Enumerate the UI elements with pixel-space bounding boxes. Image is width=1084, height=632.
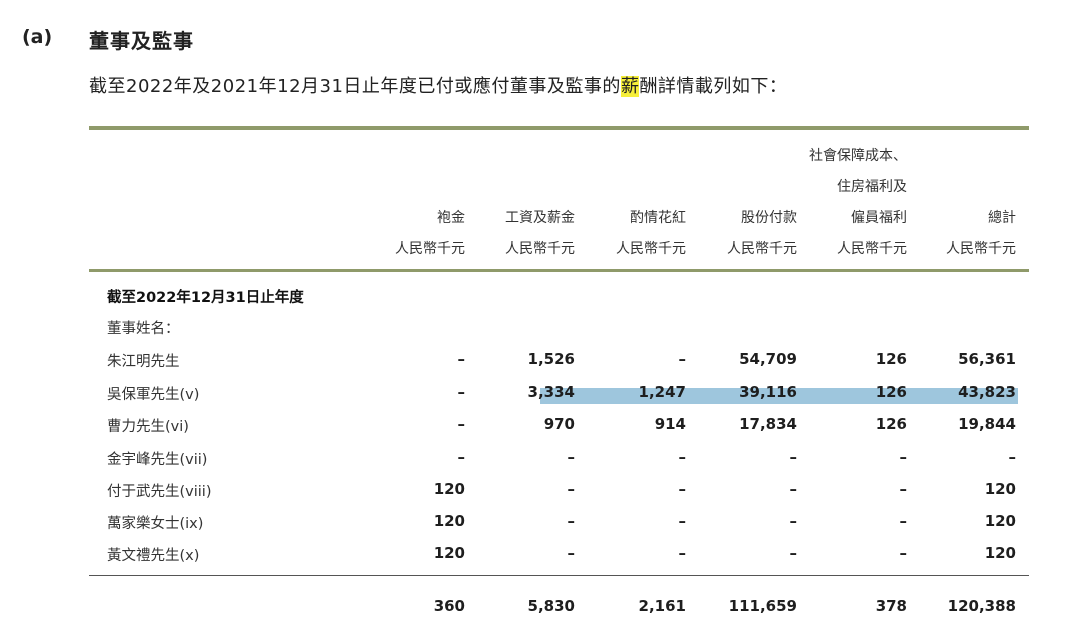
table-cell: 126 [875,415,907,433]
table-cell: – [567,512,576,530]
table-cell: 56,361 [958,350,1016,368]
table-cell: 43,823 [958,383,1016,401]
intro-text-highlight: 薪 [620,76,640,97]
table-cell: 1,247 [638,383,686,401]
table-cell: 1,526 [527,350,575,368]
table-cell: 914 [654,415,686,433]
table-cell: – [1008,448,1017,466]
section-title: 董事及監事 [89,29,194,53]
table-cell: – [899,512,908,530]
table-header-rule [89,269,1029,272]
table-cell: – [789,512,798,530]
column-header-6-line-1: 總計 [988,210,1016,226]
table-cell: – [567,480,576,498]
director-name: 付于武先生(viii) [107,484,212,500]
table-cell: 126 [875,383,907,401]
total-cell: 111,659 [728,597,797,615]
table-cell: 120 [433,544,465,562]
table-cell: 17,834 [739,415,797,433]
column-header-1-line-1: 袍金 [437,210,465,226]
table-cell: – [899,544,908,562]
column-unit-3: 人民幣千元 [616,241,686,257]
column-unit-4: 人民幣千元 [727,241,797,257]
table-cell: – [678,480,687,498]
table-cell: 120 [984,512,1016,530]
table-cell: – [678,544,687,562]
table-cell: – [567,544,576,562]
names-label: 董事姓名： [107,321,180,337]
column-header-4-line-1: 股份付款 [741,210,797,226]
table-cell: 3,334 [527,383,575,401]
table-cell: – [457,350,466,368]
total-cell: 360 [433,597,465,615]
table-cell: – [789,544,798,562]
column-unit-6: 人民幣千元 [946,241,1016,257]
table-cell: 120 [433,512,465,530]
intro-text-after: 酬詳情載列如下： [639,76,788,97]
table-cell: – [678,448,687,466]
table-cell: – [789,448,798,466]
table-cell: – [899,448,908,466]
period-label: 截至2022年12月31日止年度 [107,290,304,306]
table-cell: 39,116 [739,383,797,401]
table-cell: 19,844 [958,415,1016,433]
director-name: 曹力先生(vi) [107,419,189,435]
table-cell: 970 [543,415,575,433]
table-cell: – [899,480,908,498]
intro-text-before: 截至2022年及2021年12月31日止年度已付或應付董事及監事的 [89,76,621,97]
table-cell: 120 [433,480,465,498]
total-cell: 5,830 [527,597,575,615]
table-top-rule [89,126,1029,130]
total-cell: 120,388 [947,597,1016,615]
director-name: 黃文禮先生(x) [107,548,200,564]
table-total-rule [89,575,1029,576]
table-cell: – [678,512,687,530]
table-cell: – [678,350,687,368]
table-cell: 54,709 [739,350,797,368]
column-header-2-line-1: 工資及薪金 [505,210,575,226]
table-cell: – [567,448,576,466]
intro-text: 截至2022年及2021年12月31日止年度已付或應付董事及監事的薪酬詳情載列如… [89,72,787,98]
director-name: 金宇峰先生(vii) [107,452,208,468]
table-cell: 120 [984,544,1016,562]
total-cell: 378 [875,597,907,615]
column-unit-5: 人民幣千元 [837,241,907,257]
table-cell: 126 [875,350,907,368]
table-cell: – [457,448,466,466]
table-cell: 120 [984,480,1016,498]
director-name: 朱江明先生 [107,354,180,370]
table-cell: – [457,383,466,401]
column-unit-2: 人民幣千元 [505,241,575,257]
column-unit-1: 人民幣千元 [395,241,465,257]
director-name: 吳保軍先生(v) [107,387,200,403]
column-header-5-line-2: 住房福利及 [837,179,907,195]
table-cell: – [789,480,798,498]
section-label: (a) [22,26,53,48]
director-name: 萬家樂女士(ix) [107,516,204,532]
column-header-5-line-3: 僱員福利 [851,210,907,226]
column-header-5-line-1: 社會保障成本、 [809,148,907,164]
table-cell: – [457,415,466,433]
total-cell: 2,161 [638,597,686,615]
column-header-3-line-1: 酌情花紅 [630,210,686,226]
